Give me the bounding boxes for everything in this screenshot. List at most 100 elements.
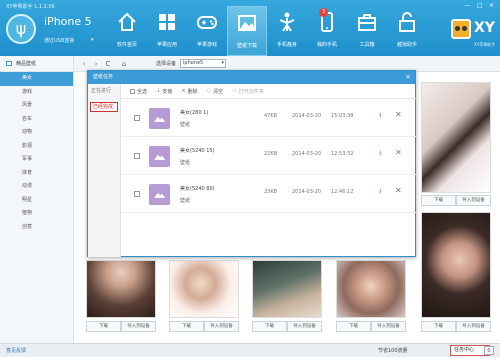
delete-task-icon[interactable]: ✕ xyxy=(395,148,402,157)
refresh-button[interactable]: C xyxy=(102,60,114,68)
maximize-button[interactable]: □ xyxy=(475,2,484,9)
import-to-device-button[interactable]: 导入到设备 xyxy=(287,321,322,332)
home-icon xyxy=(118,12,136,31)
wallpaper-task-dialog: 壁纸任务 × 正在进行 已经完成 全选 ⊥ 安装 × 删除 ◌ 清空 ▭ 打开文件夹 美… xyxy=(87,70,416,257)
usb-device-icon: ψ xyxy=(6,14,36,44)
brand-logo: XY xyxy=(474,20,495,36)
task-row: 美女(5240 80) 壁纸 23KB 2014-03-20 12:46:12 … xyxy=(121,176,416,213)
delete-task-icon[interactable]: ✕ xyxy=(395,186,402,195)
import-to-device-button[interactable]: 导入到设备 xyxy=(371,321,406,332)
nav-label: 苹果应用 xyxy=(156,42,177,48)
row-checkbox[interactable] xyxy=(134,115,140,121)
wallpaper-thumbnail[interactable] xyxy=(252,260,322,318)
row-checkbox[interactable] xyxy=(134,191,140,197)
sidebar-item[interactable]: 军事 xyxy=(0,153,73,167)
device-connection[interactable]: 通过USB连接 xyxy=(44,37,74,44)
sidebar-item[interactable]: 体育 xyxy=(0,167,73,181)
sidebar-item[interactable]: 游戏 xyxy=(0,86,73,100)
jailbreak-icon xyxy=(399,12,415,32)
download-button[interactable]: 下载 xyxy=(421,321,456,332)
feedback-link[interactable]: 意见反馈 xyxy=(6,347,26,354)
nav-my-phone[interactable]: 3 我的手机 xyxy=(307,6,347,56)
task-center-label: 任务中心 xyxy=(454,347,475,353)
title-bar: XY苹果助手 1.1.2.56 — □ × ψ iPhone 5 通过USB连接… xyxy=(0,0,500,56)
task-time: 12:53:32 xyxy=(331,151,354,157)
sidebar-item[interactable]: 名车 xyxy=(0,113,73,127)
gamepad-icon xyxy=(197,16,217,29)
sidebar-item[interactable]: 明星 xyxy=(0,194,73,208)
sidebar-header: 精品壁纸 xyxy=(0,56,73,72)
row-checkbox[interactable] xyxy=(134,153,140,159)
clear-button[interactable]: ◌ 清空 xyxy=(207,88,223,95)
import-to-device-button[interactable]: 导入到设备 xyxy=(121,321,156,332)
minimize-button[interactable]: — xyxy=(463,2,472,9)
window-controls: — □ × xyxy=(463,2,496,9)
import-to-device-button[interactable]: 导入到设备 xyxy=(204,321,239,332)
open-folder-button[interactable]: ▭ 打开文件夹 xyxy=(232,88,264,95)
task-date: 2014-03-20 xyxy=(292,189,322,195)
task-type: 壁纸 xyxy=(180,198,191,204)
install-to-device-icon[interactable]: ⭳ xyxy=(379,187,381,198)
device-select-value: iphone5 xyxy=(183,60,204,66)
nav-games[interactable]: 苹果游戏 xyxy=(187,6,227,56)
nav-wallpaper[interactable]: 壁纸下载 xyxy=(227,6,267,56)
import-to-device-button[interactable]: 导入到设备 xyxy=(456,321,491,332)
install-to-device-icon[interactable]: ⭳ xyxy=(379,111,381,122)
wallpaper-actions: 下载 导入到设备 xyxy=(421,195,491,206)
download-button[interactable]: 下载 xyxy=(86,321,121,332)
dialog-title-bar: 壁纸任务 × xyxy=(88,71,415,84)
task-time: 15:03:38 xyxy=(331,113,354,119)
wallpaper-actions: 下载 导入到设备 xyxy=(86,321,156,332)
home-button[interactable]: ⌂ xyxy=(118,60,130,68)
mascot-logo xyxy=(451,19,471,39)
task-name: 美女(5240 15) xyxy=(180,148,215,154)
open-folder-label: 打开文件夹 xyxy=(238,88,264,95)
dialog-close-button[interactable]: × xyxy=(405,71,411,84)
device-dropdown-icon[interactable]: ▾ xyxy=(91,37,94,43)
nav-apps[interactable]: 苹果应用 xyxy=(147,6,187,56)
nav-toolbox[interactable]: 工具箱 xyxy=(347,6,387,56)
sidebar-item[interactable]: 动物 xyxy=(0,126,73,140)
delete-icon: × xyxy=(181,88,186,94)
nav-slim[interactable]: 手机瘦身 xyxy=(267,6,307,56)
install-to-device-icon[interactable]: ⭳ xyxy=(379,149,381,160)
select-all-checkbox[interactable]: 全选 xyxy=(130,88,147,95)
task-name: 美女(280 1) xyxy=(180,110,209,116)
download-button[interactable]: 下载 xyxy=(421,195,456,206)
import-to-device-button[interactable]: 导入到设备 xyxy=(456,195,491,206)
sidebar-item[interactable]: 动漫 xyxy=(0,180,73,194)
back-button[interactable]: ‹ xyxy=(78,60,90,68)
task-row: 美女(280 1) 壁纸 47KB 2014-03-20 15:03:38 ⭳ … xyxy=(121,100,416,137)
sidebar-item[interactable]: 影视 xyxy=(0,140,73,154)
sidebar-item[interactable]: 风景 xyxy=(0,99,73,113)
nav-jailbreak[interactable]: 越狱助手 xyxy=(387,6,427,56)
download-button[interactable]: 下载 xyxy=(252,321,287,332)
wallpaper-thumbnail[interactable] xyxy=(169,260,239,318)
close-button[interactable]: × xyxy=(487,2,496,9)
download-button[interactable]: 下载 xyxy=(169,321,204,332)
delete-button[interactable]: × 删除 xyxy=(181,88,197,95)
wallpaper-icon xyxy=(238,15,256,31)
task-type: 壁纸 xyxy=(180,122,191,128)
wallpaper-thumbnail[interactable] xyxy=(336,260,406,318)
device-select[interactable]: iphone5 ▾ xyxy=(180,59,227,68)
wallpaper-thumbnail[interactable] xyxy=(421,212,491,318)
checkbox[interactable] xyxy=(130,88,135,94)
sidebar-item[interactable]: 创意 xyxy=(0,221,73,235)
picture-icon xyxy=(6,61,12,66)
sidebar-item[interactable]: 美女 xyxy=(0,72,73,86)
wallpaper-thumbnail[interactable] xyxy=(86,260,156,318)
delete-task-icon[interactable]: ✕ xyxy=(395,110,402,119)
dialog-toolbar: 全选 ⊥ 安装 × 删除 ◌ 清空 ▭ 打开文件夹 xyxy=(121,84,416,99)
forward-button[interactable]: › xyxy=(90,60,102,68)
tab-completed[interactable]: 已经完成 xyxy=(90,102,118,112)
nav-home[interactable]: 软件首页 xyxy=(107,6,147,56)
wallpaper-thumbnail[interactable] xyxy=(421,82,491,193)
install-button[interactable]: ⊥ 安装 xyxy=(156,88,172,95)
download-button[interactable]: 下载 xyxy=(336,321,371,332)
sidebar-item[interactable]: 植物 xyxy=(0,207,73,221)
install-label: 安装 xyxy=(162,88,173,95)
chevron-down-icon: ▾ xyxy=(221,60,225,66)
task-time: 12:46:12 xyxy=(331,189,354,195)
tab-in-progress[interactable]: 正在进行 xyxy=(88,84,120,99)
